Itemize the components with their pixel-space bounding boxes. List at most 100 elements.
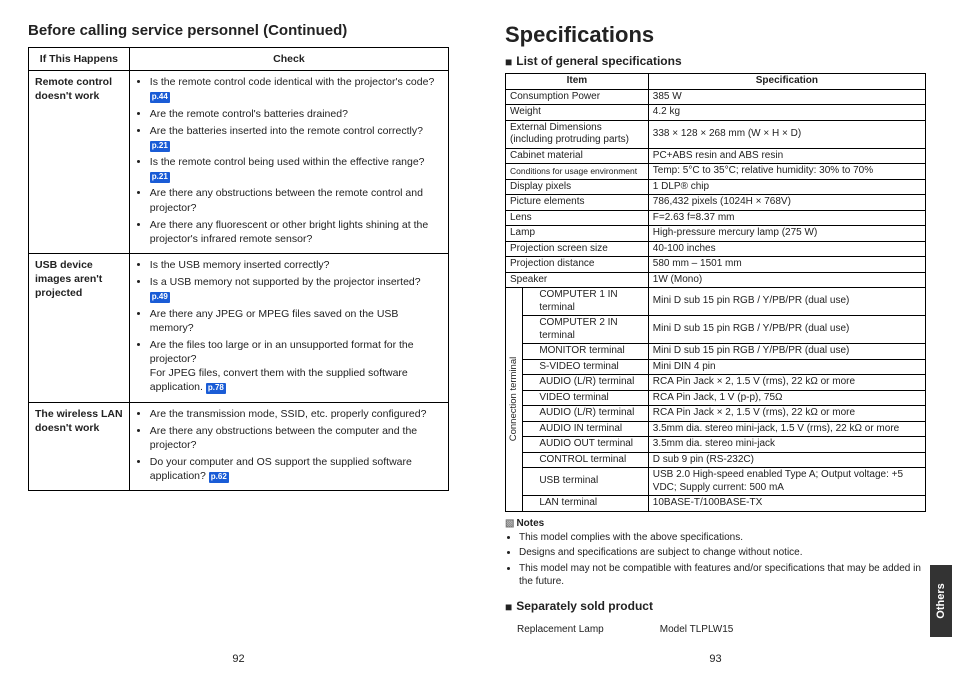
- notes-list: This model complies with the above speci…: [505, 531, 926, 589]
- spec-item: AUDIO (L/R) terminal: [523, 375, 648, 391]
- list-subtitle-text: List of general specifications: [516, 54, 681, 68]
- spec-item: CONTROL terminal: [523, 452, 648, 468]
- table-row: Weight4.2 kg: [506, 105, 926, 121]
- section-title: Before calling service personnel (Contin…: [28, 22, 449, 39]
- table-row: LensF=2.63 f=8.37 mm: [506, 210, 926, 226]
- spec-value: Mini D sub 15 pin RGB / Y/PB/PR (dual us…: [648, 288, 925, 316]
- table-row: Speaker1W (Mono): [506, 272, 926, 288]
- col-header-item: Item: [506, 74, 649, 90]
- check-item: Do your computer and OS support the supp…: [150, 455, 442, 483]
- spec-item: AUDIO IN terminal: [523, 421, 648, 437]
- spec-value: High-pressure mercury lamp (275 W): [648, 226, 925, 242]
- spec-value: 1W (Mono): [648, 272, 925, 288]
- spec-item: External Dimensions (including protrudin…: [506, 120, 649, 148]
- col-header-check: Check: [129, 48, 448, 71]
- spec-item: MONITOR terminal: [523, 344, 648, 360]
- table-row: Remote control doesn't workIs the remote…: [29, 71, 449, 254]
- issue-cell: Remote control doesn't work: [29, 71, 130, 254]
- table-row: Projection distance580 mm – 1501 mm: [506, 257, 926, 273]
- spec-item: Cabinet material: [506, 148, 649, 164]
- spec-item: AUDIO (L/R) terminal: [523, 406, 648, 422]
- col-header-spec: Specification: [648, 74, 925, 90]
- table-row: LAN terminal10BASE-T/100BASE-TX: [506, 496, 926, 512]
- spec-value: F=2.63 f=8.37 mm: [648, 210, 925, 226]
- table-row: LampHigh-pressure mercury lamp (275 W): [506, 226, 926, 242]
- table-row: CONTROL terminalD sub 9 pin (RS-232C): [506, 452, 926, 468]
- check-cell: Is the USB memory inserted correctly? Is…: [129, 254, 448, 403]
- spec-value: Temp: 5°C to 35°C; relative humidity: 30…: [648, 164, 925, 180]
- spec-value: Mini D sub 15 pin RGB / Y/PB/PR (dual us…: [648, 316, 925, 344]
- check-item: Are there any obstructions between the c…: [150, 424, 442, 452]
- spec-value: RCA Pin Jack × 2, 1.5 V (rms), 22 kΩ or …: [648, 375, 925, 391]
- page-spread: Before calling service personnel (Contin…: [0, 0, 954, 677]
- spec-item: Projection distance: [506, 257, 649, 273]
- side-tab-label: Others: [935, 583, 947, 618]
- note-item: Designs and specifications are subject t…: [519, 546, 926, 560]
- spec-item: Lens: [506, 210, 649, 226]
- check-item: Are the transmission mode, SSID, etc. pr…: [150, 407, 442, 421]
- spec-value: 4.2 kg: [648, 105, 925, 121]
- spec-item: S-VIDEO terminal: [523, 359, 648, 375]
- page-ref-badge: p.49: [150, 292, 170, 303]
- check-item: Are there any obstructions between the r…: [150, 186, 442, 214]
- left-page: Before calling service personnel (Contin…: [0, 0, 477, 677]
- table-row: Picture elements786,432 pixels (1024H × …: [506, 195, 926, 211]
- table-row: USB device images aren't projectedIs the…: [29, 254, 449, 403]
- square-icon: ■: [505, 55, 512, 69]
- spec-item: USB terminal: [523, 468, 648, 496]
- spec-value: USB 2.0 High-speed enabled Type A; Outpu…: [648, 468, 925, 496]
- spec-item: Conditions for usage environment: [506, 164, 649, 180]
- issue-cell: The wireless LAN doesn't work: [29, 402, 130, 491]
- spec-value: Mini DIN 4 pin: [648, 359, 925, 375]
- check-item: Is a USB memory not supported by the pro…: [150, 275, 442, 303]
- square-icon: ■: [505, 600, 512, 614]
- right-page: Specifications ■ List of general specific…: [477, 0, 954, 677]
- spec-value: 3.5mm dia. stereo mini-jack: [648, 437, 925, 453]
- note-item: This model may not be compatible with fe…: [519, 562, 926, 589]
- page-ref-badge: p.21: [150, 141, 170, 152]
- spec-value: 385 W: [648, 89, 925, 105]
- table-row: AUDIO (L/R) terminalRCA Pin Jack × 2, 1.…: [506, 375, 926, 391]
- table-row: Connection terminalCOMPUTER 1 IN termina…: [506, 288, 926, 316]
- table-row: Consumption Power385 W: [506, 89, 926, 105]
- spec-item: Lamp: [506, 226, 649, 242]
- spec-value: D sub 9 pin (RS-232C): [648, 452, 925, 468]
- table-row: VIDEO terminalRCA Pin Jack, 1 V (p-p), 7…: [506, 390, 926, 406]
- spec-value: RCA Pin Jack, 1 V (p-p), 75Ω: [648, 390, 925, 406]
- table-row: AUDIO OUT terminal3.5mm dia. stereo mini…: [506, 437, 926, 453]
- page-ref-badge: p.78: [206, 383, 226, 394]
- check-cell: Are the transmission mode, SSID, etc. pr…: [129, 402, 448, 491]
- sep-subtitle: ■Separately sold product: [505, 599, 926, 614]
- spec-value: 10BASE-T/100BASE-TX: [648, 496, 925, 512]
- spec-item: LAN terminal: [523, 496, 648, 512]
- check-item: Is the remote control being used within …: [150, 155, 442, 183]
- table-row: Display pixels1 DLP® chip: [506, 179, 926, 195]
- check-cell: Is the remote control code identical wit…: [129, 71, 448, 254]
- spec-item: VIDEO terminal: [523, 390, 648, 406]
- spec-item: Picture elements: [506, 195, 649, 211]
- troubleshoot-table: If This Happens Check Remote control doe…: [28, 47, 449, 491]
- chapter-title: Specifications: [505, 22, 926, 48]
- notes-block: ▧Notes This model complies with the abov…: [505, 518, 926, 589]
- table-row: Projection screen size40-100 inches: [506, 241, 926, 257]
- spec-value: 786,432 pixels (1024H × 768V): [648, 195, 925, 211]
- page-number: 93: [696, 653, 736, 665]
- spec-value: 580 mm – 1501 mm: [648, 257, 925, 273]
- square-icon: ▧: [505, 518, 514, 529]
- check-item: Is the USB memory inserted correctly?: [150, 258, 442, 272]
- spec-item: COMPUTER 2 IN terminal: [523, 316, 648, 344]
- table-row: MONITOR terminalMini D sub 15 pin RGB / …: [506, 344, 926, 360]
- note-item: This model complies with the above speci…: [519, 531, 926, 545]
- spec-value: Mini D sub 15 pin RGB / Y/PB/PR (dual us…: [648, 344, 925, 360]
- page-ref-badge: p.62: [209, 472, 229, 483]
- spec-item: AUDIO OUT terminal: [523, 437, 648, 453]
- spec-item: Weight: [506, 105, 649, 121]
- check-item: Are the remote control's batteries drain…: [150, 107, 442, 121]
- table-row: The wireless LAN doesn't work Are the tra…: [29, 402, 449, 491]
- notes-heading-text: Notes: [516, 518, 544, 529]
- spec-item: Projection screen size: [506, 241, 649, 257]
- spec-item: Speaker: [506, 272, 649, 288]
- check-item: Are the files too large or in an unsuppo…: [150, 338, 442, 395]
- table-row: External Dimensions (including protrudin…: [506, 120, 926, 148]
- spec-table: Item Specification Consumption Power385 …: [505, 73, 926, 512]
